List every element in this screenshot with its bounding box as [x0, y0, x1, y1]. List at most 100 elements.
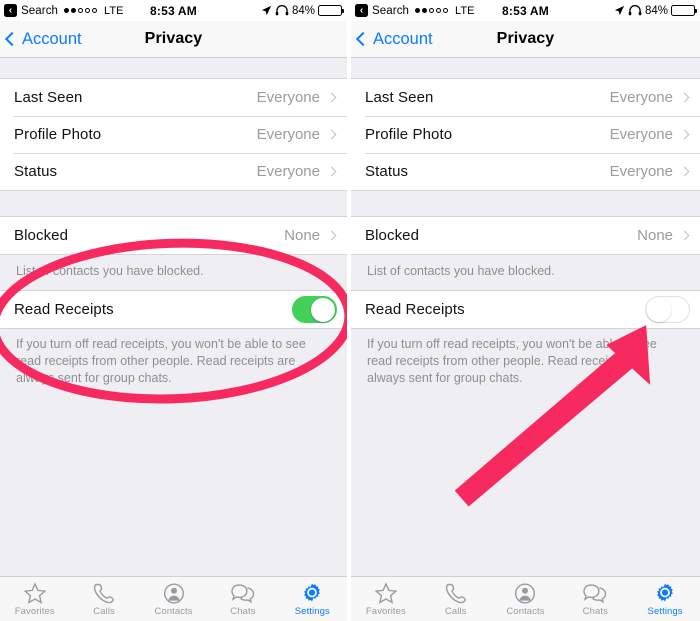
row-label: Read Receipts [365, 301, 465, 318]
row-accessory [292, 296, 337, 323]
tab-bar: Favorites Calls Contacts Chats Settings [351, 576, 700, 621]
read-receipts-caption: If you turn off read receipts, you won't… [0, 329, 347, 387]
row-label: Last Seen [365, 89, 434, 106]
row-status[interactable]: Status Everyone [351, 153, 700, 190]
speech-bubbles-icon [583, 583, 607, 603]
tab-contacts[interactable]: Contacts [139, 577, 208, 621]
row-profile-photo[interactable]: Profile Photo Everyone [0, 116, 347, 153]
row-accessory: Everyone [610, 126, 690, 143]
blocked-group: Blocked None [0, 216, 347, 255]
row-accessory: None [284, 227, 337, 244]
tab-contacts[interactable]: Contacts [491, 577, 561, 621]
tab-label: Favorites [14, 605, 55, 617]
navigation-bar: Account Privacy [351, 21, 700, 58]
read-receipts-toggle-left[interactable] [292, 296, 337, 323]
read-receipts-group: Read Receipts [351, 290, 700, 329]
tab-label: Chats [230, 605, 256, 617]
tab-label: Settings [294, 605, 330, 617]
row-accessory: Everyone [257, 163, 337, 180]
chevron-right-icon [326, 129, 337, 140]
row-status[interactable]: Status Everyone [0, 153, 347, 190]
row-label: Blocked [365, 227, 420, 244]
blocked-group: Blocked None [351, 216, 700, 255]
read-receipts-row-left[interactable]: Read Receipts [0, 291, 347, 328]
list-section-spacer [0, 191, 347, 216]
row-last-seen[interactable]: Last Seen Everyone [0, 79, 347, 116]
row-label: Blocked [14, 227, 69, 244]
panel-before: ‹ Search LTE 8:53 AM 84% Account Privacy… [0, 0, 349, 621]
list-top-spacer [0, 58, 347, 78]
tab-label: Calls [93, 605, 115, 617]
chevron-right-icon [679, 92, 690, 103]
read-receipts-toggle-right[interactable] [645, 296, 690, 323]
row-blocked[interactable]: Blocked None [0, 217, 347, 254]
row-label: Status [365, 163, 409, 180]
tab-label: Favorites [365, 605, 406, 617]
tab-label: Contacts [506, 605, 545, 617]
privacy-visibility-group: Last Seen Everyone Profile Photo Everyon… [0, 78, 347, 191]
gear-icon [304, 583, 321, 602]
page-title: Privacy [144, 30, 203, 47]
chevron-right-icon [679, 230, 690, 241]
star-icon [374, 581, 398, 604]
settings-list: Last Seen Everyone Profile Photo Everyon… [351, 58, 700, 597]
row-accessory: Everyone [610, 89, 690, 106]
row-value: Everyone [609, 163, 673, 180]
row-last-seen[interactable]: Last Seen Everyone [351, 79, 700, 116]
tab-label: Contacts [154, 605, 193, 617]
row-value: Everyone [609, 89, 673, 106]
tab-settings[interactable]: Settings [630, 577, 700, 621]
star-icon [23, 581, 47, 604]
person-circle-icon [163, 582, 184, 604]
row-value: Everyone [256, 163, 320, 180]
row-accessory [645, 296, 690, 323]
row-value: None [284, 227, 320, 244]
chevron-right-icon [326, 230, 337, 241]
screenshot-stage: ‹ Search LTE 8:53 AM 84% Account Privacy… [0, 0, 700, 621]
row-label: Status [14, 163, 58, 180]
tab-label: Settings [647, 605, 683, 617]
chevron-right-icon [326, 92, 337, 103]
row-label: Last Seen [14, 89, 83, 106]
row-label: Profile Photo [365, 126, 453, 143]
row-accessory: Everyone [257, 89, 337, 106]
chevron-right-icon [326, 166, 337, 177]
row-value: Everyone [256, 126, 320, 143]
list-top-spacer [351, 58, 700, 78]
blocked-caption: List of contacts you have blocked. [0, 255, 347, 290]
panel-after: ‹ Search LTE 8:53 AM 84% Account Privacy… [351, 0, 700, 621]
tab-label: Calls [444, 605, 467, 617]
tab-chats[interactable]: Chats [208, 577, 277, 621]
privacy-visibility-group: Last Seen Everyone Profile Photo Everyon… [351, 78, 700, 191]
tab-calls[interactable]: Calls [69, 577, 138, 621]
row-accessory: Everyone [257, 126, 337, 143]
read-receipts-group: Read Receipts [0, 290, 347, 329]
status-clock: 8:53 AM [150, 3, 197, 18]
phone-icon [93, 583, 114, 603]
row-value: None [637, 227, 673, 244]
toggle-knob [647, 298, 671, 322]
status-bar: ‹ Search LTE 8:53 AM 84% [0, 0, 347, 21]
status-clock: 8:53 AM [502, 3, 549, 18]
list-section-spacer [351, 191, 700, 216]
blocked-caption: List of contacts you have blocked. [351, 255, 700, 290]
phone-icon [445, 583, 466, 603]
row-accessory: None [637, 227, 690, 244]
read-receipts-caption: If you turn off read receipts, you won't… [351, 329, 700, 387]
read-receipts-row-right[interactable]: Read Receipts [351, 291, 700, 328]
person-circle-icon [515, 582, 536, 604]
row-blocked[interactable]: Blocked None [351, 217, 700, 254]
tab-settings[interactable]: Settings [278, 577, 347, 621]
navigation-bar: Account Privacy [0, 21, 347, 58]
settings-list: Last Seen Everyone Profile Photo Everyon… [0, 58, 347, 597]
row-value: Everyone [609, 126, 673, 143]
row-label: Profile Photo [14, 126, 102, 143]
tab-calls[interactable]: Calls [421, 577, 491, 621]
side-by-side-panels: ‹ Search LTE 8:53 AM 84% Account Privacy… [0, 0, 700, 621]
tab-bar: Favorites Calls Contacts Chats Settings [0, 576, 347, 621]
tab-favorites[interactable]: Favorites [351, 577, 421, 621]
status-bar: ‹ Search LTE 8:53 AM 84% [351, 0, 700, 21]
tab-chats[interactable]: Chats [560, 577, 630, 621]
row-profile-photo[interactable]: Profile Photo Everyone [351, 116, 700, 153]
tab-favorites[interactable]: Favorites [0, 577, 69, 621]
